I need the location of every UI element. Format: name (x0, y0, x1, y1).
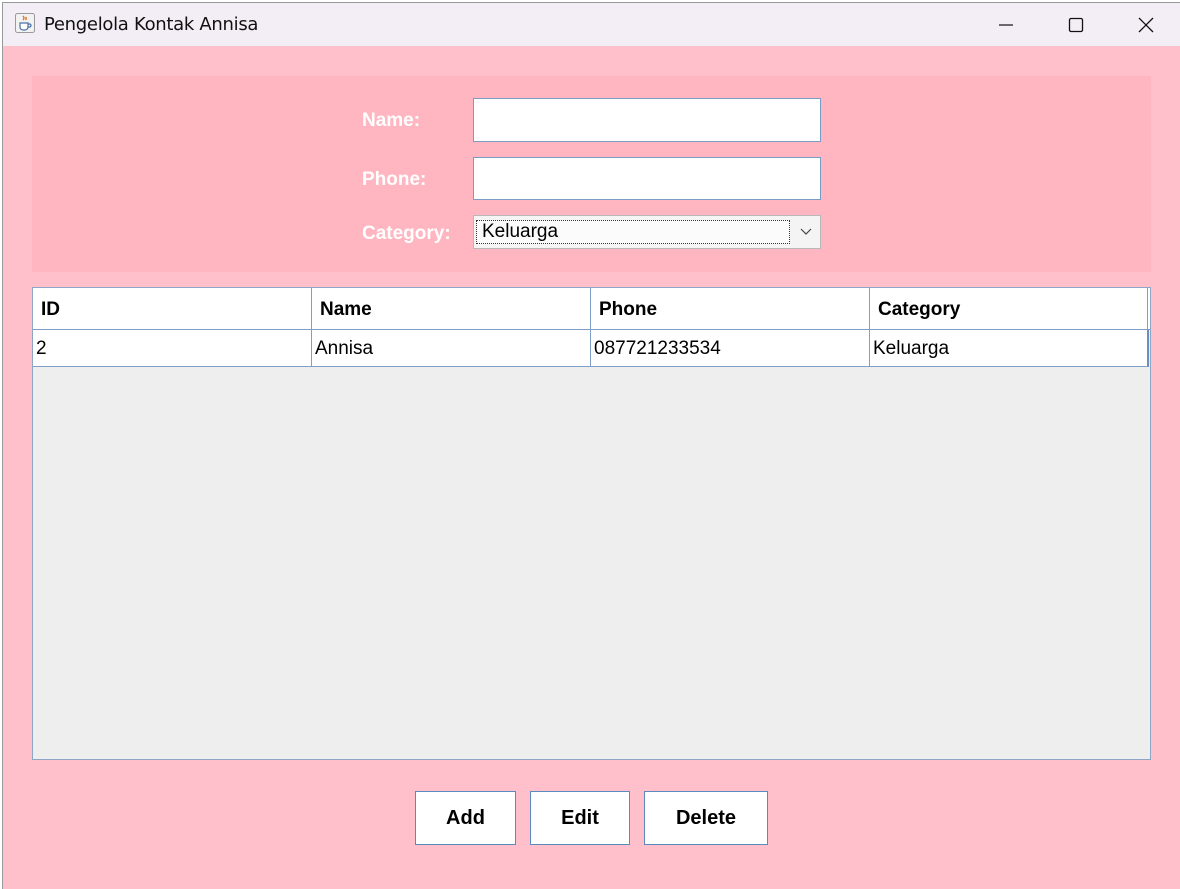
category-selected-value: Keluarga (476, 220, 790, 244)
dropdown-arrow[interactable] (792, 216, 820, 248)
cell-name[interactable]: Annisa (312, 330, 591, 366)
window-title: Pengelola Kontak Annisa (44, 14, 259, 35)
phone-label: Phone: (362, 169, 427, 190)
contacts-table[interactable]: ID Name Phone Category 2 Annisa 08772123… (32, 287, 1151, 760)
close-icon (1138, 17, 1154, 32)
column-header-phone[interactable]: Phone (591, 288, 870, 329)
column-header-name[interactable]: Name (312, 288, 591, 329)
close-button[interactable] (1111, 3, 1180, 46)
chevron-down-icon (800, 228, 812, 235)
app-window: Pengelola Kontak Annisa Name: Phone: Cat… (2, 2, 1180, 889)
table-header: ID Name Phone Category (33, 288, 1150, 330)
maximize-icon (1068, 17, 1084, 32)
column-header-category[interactable]: Category (870, 288, 1148, 329)
edit-button[interactable]: Edit (530, 791, 630, 845)
title-bar[interactable]: Pengelola Kontak Annisa (3, 3, 1180, 46)
phone-input[interactable] (473, 157, 821, 200)
contact-form-panel: Name: Phone: Category: Keluarga (32, 76, 1151, 272)
add-button[interactable]: Add (415, 791, 516, 845)
table-row[interactable]: 2 Annisa 087721233534 Keluarga (33, 330, 1149, 367)
minimize-icon (999, 23, 1013, 26)
delete-button[interactable]: Delete (644, 791, 768, 845)
cell-category[interactable]: Keluarga (870, 330, 1146, 366)
java-coffee-cup-icon (15, 13, 35, 33)
column-header-id[interactable]: ID (33, 288, 312, 329)
category-label: Category: (362, 223, 451, 244)
minimize-button[interactable] (971, 3, 1041, 46)
category-dropdown[interactable]: Keluarga (473, 215, 821, 249)
cell-phone[interactable]: 087721233534 (591, 330, 870, 366)
name-input[interactable] (473, 98, 821, 142)
cell-id[interactable]: 2 (33, 330, 312, 366)
name-label: Name: (362, 110, 421, 131)
maximize-button[interactable] (1041, 3, 1111, 46)
